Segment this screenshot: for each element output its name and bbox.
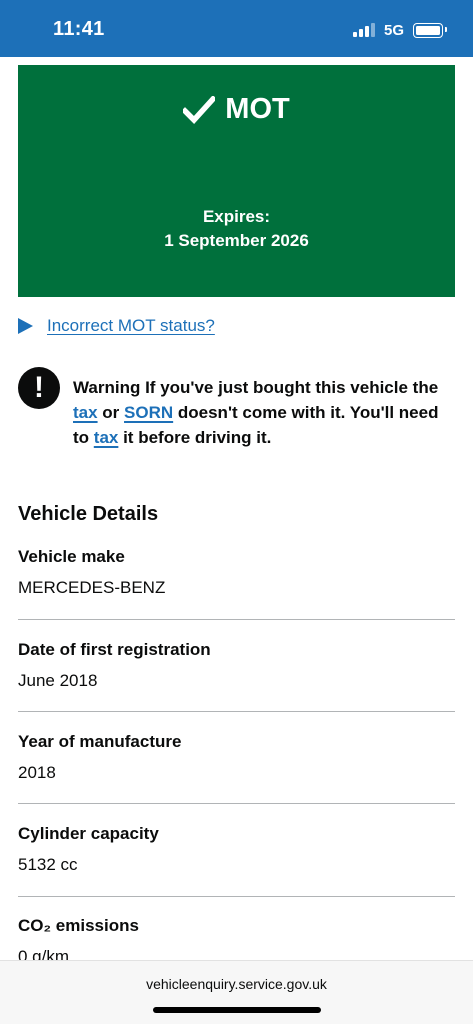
detail-value: 2018 [18,763,56,782]
status-bar: 11:41 5G [0,0,473,57]
signal-strength-icon [352,23,375,37]
url-text[interactable]: vehicleenquiry.service.gov.uk [0,976,473,992]
detail-key: CO₂ emissions [18,916,139,935]
battery-icon [413,22,447,38]
detail-key: Cylinder capacity [18,824,159,843]
home-indicator[interactable] [153,1007,321,1013]
incorrect-mot-status-toggle[interactable]: Incorrect MOT status? [18,316,215,336]
status-indicators: 5G [352,20,447,40]
vehicle-details-heading: Vehicle Details [18,503,159,525]
divider [18,711,455,712]
divider [18,896,455,897]
detail-value: MERCEDES-BENZ [18,578,166,597]
triangle-right-icon [18,318,33,334]
check-icon [183,95,216,124]
mot-title-label: MOT [225,93,290,125]
detail-value: June 2018 [18,671,98,690]
browser-address-bar[interactable]: vehicleenquiry.service.gov.uk [0,960,473,1024]
detail-key: Year of manufacture [18,732,182,751]
detail-key: Vehicle make [18,547,125,566]
status-time: 11:41 [53,18,105,40]
divider [18,803,455,804]
mot-status-panel: MOT Expires: 1 September 2026 [18,65,455,297]
mot-expires-date: 1 September 2026 [164,231,309,250]
divider [18,619,455,620]
detail-value: 5132 cc [18,855,78,874]
network-type: 5G [383,21,404,39]
tax-link-2[interactable]: tax [94,428,119,447]
detail-row-vehicle-make: Vehicle make MERCEDES-BENZ [18,546,455,599]
detail-key: Date of first registration [18,640,211,659]
incorrect-mot-status-link[interactable]: Incorrect MOT status? [47,316,215,336]
warning-icon: ! [18,367,60,409]
sorn-link[interactable]: SORN [124,403,173,422]
mot-title: MOT [18,93,455,126]
mot-expires-label: Expires: [202,207,271,226]
warning-message: Warning If you've just bought this vehic… [73,378,439,447]
page: 11:41 5G MOT Expires: 1 September 2026 I… [0,0,473,1024]
detail-row-first-registration: Date of first registration June 2018 [18,639,455,692]
tax-link[interactable]: tax [73,403,98,422]
detail-row-year-of-manufacture: Year of manufacture 2018 [18,731,455,784]
detail-row-cylinder-capacity: Cylinder capacity 5132 cc [18,823,455,876]
